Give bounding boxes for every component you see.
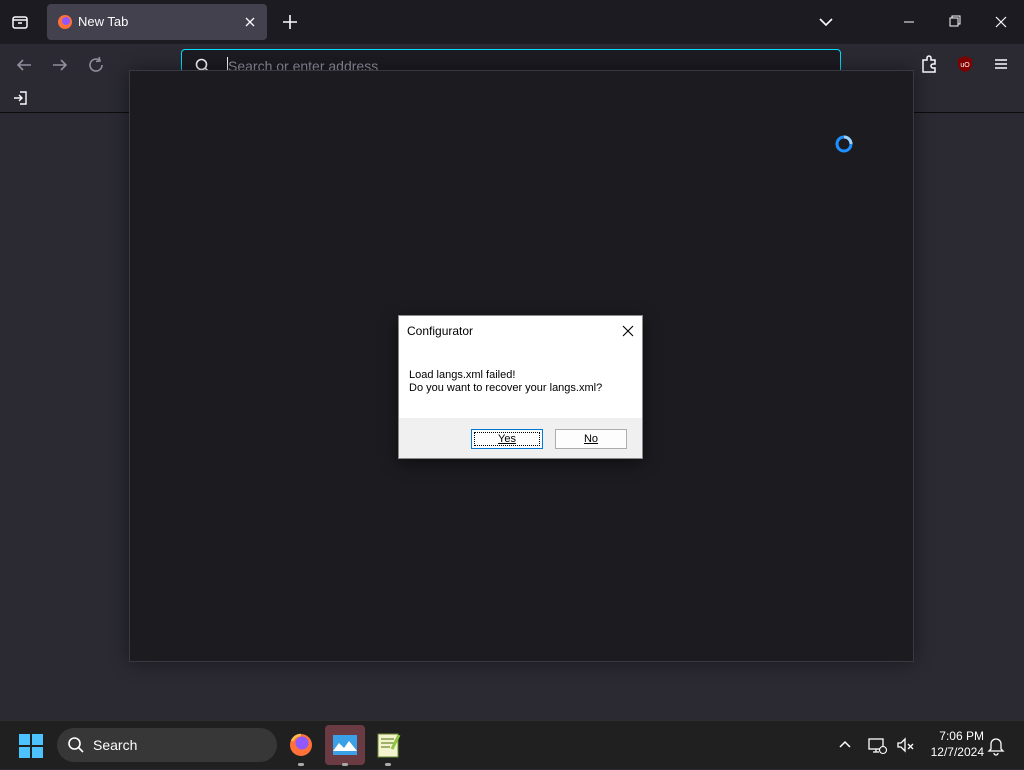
no-button-label: No [583, 433, 599, 445]
ublock-icon[interactable]: uO [954, 53, 976, 75]
window-close-icon[interactable] [986, 8, 1016, 36]
network-icon[interactable] [866, 734, 888, 756]
bell-icon[interactable] [986, 734, 1006, 756]
restore-icon[interactable] [940, 8, 970, 36]
firefox-favicon-icon [57, 14, 73, 30]
dialog-titlebar[interactable]: Configurator [399, 316, 642, 346]
running-indicator [385, 763, 391, 766]
search-icon [67, 736, 85, 754]
volume-muted-icon[interactable] [894, 734, 916, 756]
loading-spinner-icon [834, 134, 854, 154]
close-icon[interactable] [619, 322, 637, 340]
forward-arrow-icon[interactable] [48, 53, 72, 77]
dialog-message: Do you want to recover your langs.xml? [409, 382, 603, 394]
taskbar-search[interactable]: Search [57, 728, 277, 762]
taskbar-search-label: Search [93, 737, 138, 753]
back-arrow-icon[interactable] [12, 53, 36, 77]
yes-button-label: Yes [498, 433, 516, 445]
message-dialog: Configurator Load langs.xml failed! Do y… [398, 315, 643, 459]
tab-bar: New Tab [0, 0, 1024, 44]
tab-title: New Tab [78, 14, 129, 29]
plus-icon[interactable] [278, 10, 302, 34]
firefox-icon[interactable] [281, 725, 321, 766]
yes-button[interactable]: Yes [471, 429, 543, 449]
running-indicator [298, 763, 304, 766]
extensions-icon[interactable] [918, 53, 940, 75]
windows-start-icon[interactable] [18, 733, 44, 759]
svg-text:uO: uO [960, 62, 970, 69]
dialog-message: Load langs.xml failed! [409, 369, 516, 381]
chevron-up-icon[interactable] [836, 735, 854, 753]
running-indicator [342, 763, 348, 766]
minimize-icon[interactable] [894, 8, 924, 36]
reload-icon[interactable] [84, 53, 108, 77]
import-icon[interactable] [11, 89, 29, 107]
no-button[interactable]: No [555, 429, 627, 449]
tab-list-icon[interactable] [8, 10, 32, 34]
dialog-title: Configurator [407, 324, 474, 338]
clock-time[interactable]: 7:06 PM [922, 729, 984, 743]
chevron-down-icon[interactable] [814, 10, 838, 34]
tab-new-tab[interactable]: New Tab [47, 4, 267, 40]
taskbar: Search 7:06 PM 12/7/2024 [0, 720, 1024, 769]
configurator-icon[interactable] [325, 725, 365, 766]
hamburger-menu-icon[interactable] [990, 53, 1012, 75]
close-icon[interactable] [241, 13, 259, 31]
dialog-body: Load langs.xml failed! Do you want to re… [399, 346, 642, 418]
dialog-footer: Yes No [399, 418, 642, 458]
notepad-plus-plus-icon[interactable] [368, 725, 408, 766]
clock-date[interactable]: 12/7/2024 [922, 745, 984, 759]
